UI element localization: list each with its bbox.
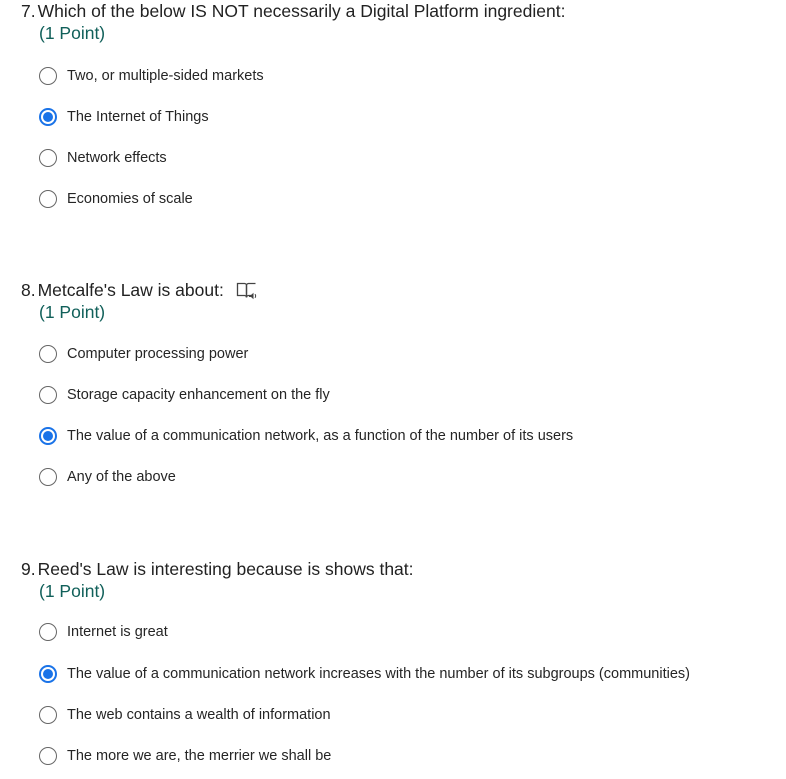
- option-two-sided-markets[interactable]: Two, or multiple-sided markets: [39, 65, 264, 87]
- option-label: Any of the above: [67, 469, 176, 485]
- question-text: Reed's Law is interesting because is sho…: [37, 559, 414, 579]
- radio-button[interactable]: [39, 190, 57, 208]
- option-label: The Internet of Things: [67, 109, 209, 125]
- option-network-effects[interactable]: Network effects: [39, 147, 167, 169]
- radio-button[interactable]: [39, 345, 57, 363]
- option-label: Economies of scale: [67, 191, 193, 207]
- option-economies-of-scale[interactable]: Economies of scale: [39, 188, 193, 210]
- option-internet-is-great[interactable]: Internet is great: [39, 621, 168, 643]
- radio-button[interactable]: [39, 149, 57, 167]
- question-points: (1 Point): [39, 302, 106, 322]
- radio-button[interactable]: [39, 67, 57, 85]
- option-storage-capacity[interactable]: Storage capacity enhancement on the fly: [39, 384, 330, 406]
- option-more-merrier[interactable]: The more we are, the merrier we shall be: [39, 745, 331, 767]
- radio-button[interactable]: [39, 623, 57, 641]
- question-number: 8.: [21, 280, 36, 300]
- radio-button[interactable]: [39, 108, 57, 126]
- option-label: Two, or multiple-sided markets: [67, 68, 264, 84]
- option-web-wealth-information[interactable]: The web contains a wealth of information: [39, 704, 331, 726]
- question-text: Which of the below IS NOT necessarily a …: [37, 1, 566, 21]
- option-label: Internet is great: [67, 624, 168, 640]
- option-internet-of-things[interactable]: The Internet of Things: [39, 106, 209, 128]
- option-any-of-above[interactable]: Any of the above: [39, 466, 176, 488]
- question-title: 7. Which of the below IS NOT necessarily…: [21, 1, 565, 22]
- radio-button[interactable]: [39, 706, 57, 724]
- option-label: The value of a communication network, as…: [67, 428, 574, 444]
- radio-button[interactable]: [39, 386, 57, 404]
- question-points: (1 Point): [39, 23, 106, 43]
- question-number: 9.: [21, 559, 36, 579]
- radio-button[interactable]: [39, 468, 57, 486]
- question-points: (1 Point): [39, 581, 106, 601]
- option-label: Storage capacity enhancement on the fly: [67, 387, 330, 403]
- option-label: Network effects: [67, 150, 167, 166]
- question-text: Metcalfe's Law is about:: [37, 280, 224, 300]
- quiz-page: 7. Which of the below IS NOT necessarily…: [0, 0, 786, 779]
- radio-button[interactable]: [39, 427, 57, 445]
- radio-button[interactable]: [39, 665, 57, 683]
- radio-button[interactable]: [39, 747, 57, 765]
- question-title: 9. Reed's Law is interesting because is …: [21, 559, 414, 580]
- option-label: The more we are, the merrier we shall be: [67, 748, 332, 764]
- option-label: The value of a communication network inc…: [67, 666, 690, 682]
- option-label: The web contains a wealth of information: [67, 707, 331, 723]
- immersive-reader-icon[interactable]: [236, 281, 258, 301]
- option-processing-power[interactable]: Computer processing power: [39, 343, 248, 365]
- option-network-value-subgroups[interactable]: The value of a communication network inc…: [39, 663, 690, 685]
- option-network-value-users[interactable]: The value of a communication network, as…: [39, 425, 573, 447]
- question-title: 8. Metcalfe's Law is about:: [21, 280, 258, 301]
- option-label: Computer processing power: [67, 346, 249, 362]
- question-number: 7.: [21, 1, 36, 21]
